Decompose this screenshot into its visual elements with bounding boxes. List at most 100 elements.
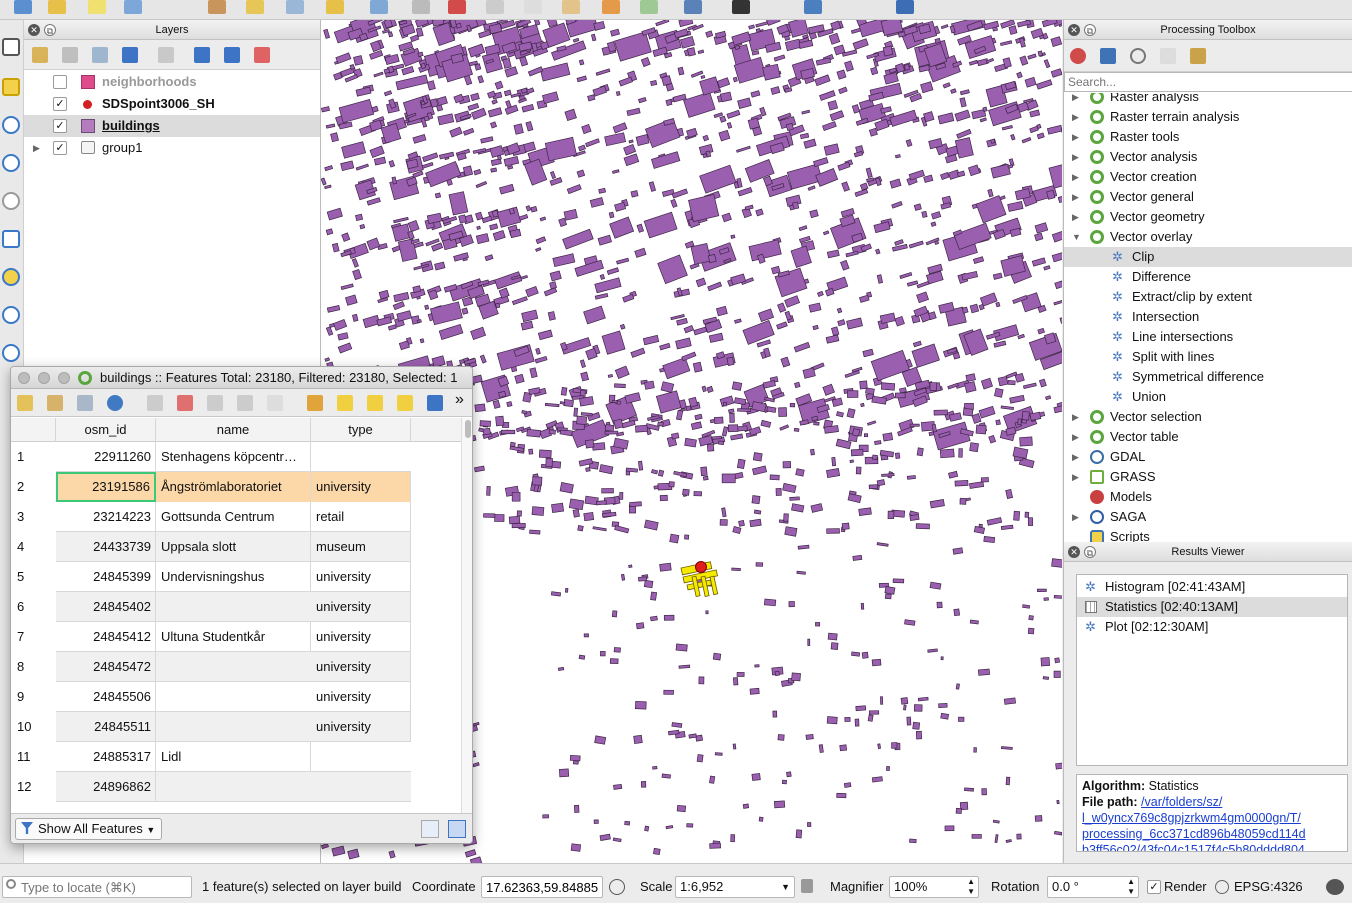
- cell-osm-id[interactable]: 24896862: [56, 772, 156, 802]
- select-all-icon[interactable]: [337, 395, 353, 411]
- table-view-icon[interactable]: [448, 820, 466, 838]
- collapse-all-icon[interactable]: [224, 47, 240, 63]
- filter-expression-icon[interactable]: [158, 47, 174, 63]
- cell-name[interactable]: Gottsunda Centrum: [156, 502, 311, 532]
- vertical-scrollbar[interactable]: [461, 418, 472, 814]
- lock-icon[interactable]: [801, 879, 813, 893]
- float-panel-icon[interactable]: ⧉: [1084, 546, 1096, 558]
- toolbox-item[interactable]: ▶ Raster analysis: [1064, 93, 1352, 107]
- toolbox-item[interactable]: ✲ Intersection: [1064, 307, 1352, 327]
- chevron-right-icon[interactable]: ▶: [1072, 93, 1079, 107]
- filepath-link[interactable]: b3ff56c02/43fc04c1517f4c5b80dddd804: [1082, 842, 1342, 851]
- python-icon[interactable]: [804, 0, 822, 14]
- cell-type[interactable]: university: [311, 622, 411, 652]
- row-number[interactable]: 10: [11, 712, 56, 742]
- cell-type[interactable]: university: [311, 562, 411, 592]
- zoom-native-icon[interactable]: [2, 192, 20, 210]
- cell-name[interactable]: Lidl: [156, 742, 311, 772]
- delete-icon[interactable]: [448, 0, 466, 14]
- multi-edit-icon[interactable]: [47, 395, 63, 411]
- toolbox-item[interactable]: ✲ Difference: [1064, 267, 1352, 287]
- form-view-icon[interactable]: [421, 820, 439, 838]
- manage-visibility-icon[interactable]: [92, 47, 108, 63]
- cell-osm-id[interactable]: 24845399: [56, 562, 156, 592]
- pan-to-selection-icon[interactable]: [2, 78, 20, 96]
- sds-point-marker[interactable]: [695, 561, 707, 573]
- globe-icon[interactable]: [1215, 880, 1229, 894]
- invert-selection-icon[interactable]: [367, 395, 383, 411]
- cell-type[interactable]: university: [311, 652, 411, 682]
- toolbox-item[interactable]: ✲ Union: [1064, 387, 1352, 407]
- cell-type[interactable]: university: [311, 472, 411, 502]
- models-icon[interactable]: [1070, 48, 1086, 64]
- chevron-right-icon[interactable]: ▶: [1072, 427, 1079, 447]
- toolbox-item[interactable]: ▶ SAGA: [1064, 507, 1352, 527]
- row-number[interactable]: 12: [11, 772, 56, 802]
- add-feature-icon[interactable]: [147, 395, 163, 411]
- add-group-icon[interactable]: [62, 47, 78, 63]
- zoom-last-icon[interactable]: [2, 344, 20, 362]
- cell-osm-id[interactable]: 24845402: [56, 592, 156, 622]
- zoom-to-layer-icon[interactable]: [2, 306, 20, 324]
- toolbox-item[interactable]: ▶ Vector geometry: [1064, 207, 1352, 227]
- new-project-icon[interactable]: [14, 0, 32, 14]
- messages-icon[interactable]: [1326, 879, 1344, 895]
- cell-osm-id[interactable]: 24433739: [56, 532, 156, 562]
- close-icon[interactable]: ✕: [1068, 24, 1080, 36]
- remove-layer-icon[interactable]: [254, 47, 270, 63]
- cell-type[interactable]: university: [311, 712, 411, 742]
- cell-osm-id[interactable]: 24845472: [56, 652, 156, 682]
- column-header[interactable]: name: [156, 418, 311, 442]
- expand-all-icon[interactable]: [194, 47, 210, 63]
- help-icon[interactable]: [896, 0, 914, 14]
- result-item-plot[interactable]: ✲ Plot [02:12:30AM]: [1077, 617, 1347, 637]
- filter-icon[interactable]: [427, 395, 443, 411]
- layer-row-sdspoint[interactable]: ✓ SDSpoint3006_SH: [24, 93, 320, 115]
- new-shapefile-icon[interactable]: [88, 0, 106, 14]
- toolbox-item[interactable]: ▶ Vector creation: [1064, 167, 1352, 187]
- copy-icon[interactable]: [237, 395, 253, 411]
- scrollbar-thumb[interactable]: [465, 420, 471, 438]
- cut-icon[interactable]: [207, 395, 223, 411]
- toolbox-item[interactable]: ✲ Extract/clip by extent: [1064, 287, 1352, 307]
- toolbox-item[interactable]: ✲ Clip: [1064, 247, 1352, 267]
- float-panel-icon[interactable]: ⧉: [1084, 24, 1096, 36]
- paste-icon[interactable]: [562, 0, 580, 14]
- table-row[interactable]: 5 24845399 Undervisningshus university: [11, 562, 411, 592]
- toolbox-item[interactable]: ✲ Split with lines: [1064, 347, 1352, 367]
- result-item-statistics[interactable]: Statistics [02:40:13AM]: [1077, 597, 1347, 617]
- open-project-icon[interactable]: [48, 0, 66, 14]
- deselect-all-icon[interactable]: [397, 395, 413, 411]
- toolbox-search-input[interactable]: [1064, 72, 1352, 92]
- table-row[interactable]: 3 23214223 Gottsunda Centrum retail: [11, 502, 411, 532]
- row-number[interactable]: 6: [11, 592, 56, 622]
- toolbox-item[interactable]: ▶ Vector general: [1064, 187, 1352, 207]
- cell-name[interactable]: Ultuna Studentkår: [156, 622, 311, 652]
- crs-button[interactable]: EPSG:4326: [1234, 876, 1303, 898]
- results-icon[interactable]: [1160, 48, 1176, 64]
- cell-osm-id[interactable]: 22911260: [56, 442, 156, 472]
- table-row[interactable]: 1 22911260 Stenhagens köpcentr…: [11, 442, 411, 472]
- toggle-editing-icon[interactable]: [17, 395, 33, 411]
- table-row[interactable]: 2 23191586 Ångströmlaboratoriet university: [11, 472, 411, 502]
- table-row[interactable]: 12 24896862: [11, 772, 411, 802]
- layer-row-neighborhoods[interactable]: neighborhoods: [24, 71, 320, 93]
- zoom-out-icon[interactable]: [2, 154, 20, 172]
- chevron-right-icon[interactable]: ▶: [1072, 187, 1079, 207]
- table-row[interactable]: 4 24433739 Uppsala slott museum: [11, 532, 411, 562]
- database-icon[interactable]: [684, 0, 702, 14]
- cell-osm-id[interactable]: 24845412: [56, 622, 156, 652]
- table-row[interactable]: 6 24845402 university: [11, 592, 411, 622]
- cell-type[interactable]: university: [311, 682, 411, 712]
- paste-icon[interactable]: [267, 395, 283, 411]
- select-by-expression-icon[interactable]: [307, 395, 323, 411]
- filepath-link[interactable]: l_w0yncx769c8gpjzrkwm4gm0000gn/T/: [1082, 810, 1342, 826]
- window-close-button[interactable]: [18, 372, 30, 384]
- toolbox-item[interactable]: ▶ Raster terrain analysis: [1064, 107, 1352, 127]
- zoom-to-selection-icon[interactable]: [2, 268, 20, 286]
- cell-name[interactable]: Ångströmlaboratoriet: [156, 472, 311, 502]
- edit-pencil-icon[interactable]: [208, 0, 226, 14]
- cell-type[interactable]: retail: [311, 502, 411, 532]
- filter-legend-icon[interactable]: [122, 47, 138, 63]
- table-row[interactable]: 9 24845506 university: [11, 682, 411, 712]
